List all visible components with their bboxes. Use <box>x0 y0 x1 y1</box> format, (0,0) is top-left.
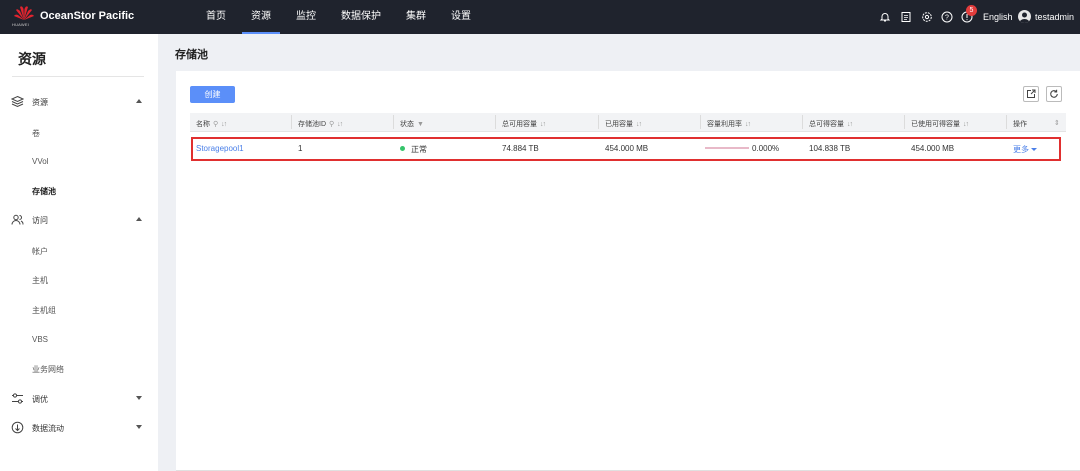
brand-sub-label: HUAWEI <box>12 22 30 27</box>
sort-icon[interactable]: ↓↑ <box>847 121 853 128</box>
sliders-icon <box>11 392 24 405</box>
sidebar-item-accounts[interactable]: 帐户 <box>32 246 48 257</box>
nav-monitor[interactable]: 监控 <box>285 0 327 34</box>
nav-data-protection[interactable]: 数据保护 <box>330 0 392 34</box>
sidebar-title: 资源 <box>18 51 46 67</box>
col-header-name: 名称 ⚲ ↓↑ <box>196 120 227 129</box>
utilization-bar <box>705 147 749 149</box>
col-header-total-available: 总可用容量 ↓↑ <box>502 120 546 129</box>
sidebar-group-tuning[interactable]: 调优 <box>0 389 158 409</box>
nav-settings[interactable]: 设置 <box>440 0 482 34</box>
utilization-cell: 0.000% <box>752 144 780 153</box>
pool-name-link[interactable]: Storagepool1 <box>196 144 244 153</box>
sort-icon[interactable]: ↓↑ <box>963 121 969 128</box>
search-icon[interactable]: ⚲ <box>213 120 218 128</box>
total-available-cell: 74.884 TB <box>502 144 539 153</box>
svg-text:?: ? <box>945 15 949 22</box>
sidebar-group-label: 调优 <box>32 395 48 404</box>
sidebar-group-access[interactable]: 访问 <box>0 210 158 230</box>
total-obtainable-cell: 104.838 TB <box>809 144 851 153</box>
column-separator <box>495 115 496 129</box>
used-obtainable-cell: 454.000 MB <box>911 144 955 153</box>
col-header-pool-id: 存储池ID ⚲ ↓↑ <box>298 120 343 129</box>
pool-id-cell: 1 <box>298 144 303 153</box>
refresh-button[interactable] <box>1046 86 1062 102</box>
column-separator <box>393 115 394 129</box>
task-list-icon[interactable] <box>900 11 912 23</box>
status-ok-dot <box>400 146 405 151</box>
col-header-used: 已用容量 ↓↑ <box>605 120 642 129</box>
username[interactable]: testadmin <box>1035 12 1074 22</box>
search-icon[interactable]: ⚲ <box>329 120 334 128</box>
sort-icon[interactable]: ↓↑ <box>221 121 227 128</box>
sort-icon[interactable]: ↓↑ <box>636 121 642 128</box>
notification-badge: 5 <box>966 5 977 16</box>
main-nav: 首页 资源 监控 数据保护 集群 设置 <box>195 0 485 34</box>
page-title: 存储池 <box>175 49 208 61</box>
caret-down-icon <box>1031 148 1037 151</box>
col-header-utilization: 容量利用率 ↓↑ <box>707 120 751 129</box>
sidebar-divider <box>12 76 144 77</box>
sidebar-item-volumes[interactable]: 卷 <box>32 128 40 139</box>
sort-icon[interactable]: ↓↑ <box>745 121 751 128</box>
export-icon <box>1027 89 1036 98</box>
status-text: 正常 <box>411 145 427 154</box>
app-title: OceanStor Pacific <box>40 10 135 22</box>
column-separator <box>802 115 803 129</box>
help-icon[interactable]: ? <box>941 11 953 23</box>
huawei-logo: HUAWEI <box>12 5 36 29</box>
sidebar-item-storage-pool[interactable]: 存储池 <box>32 186 56 197</box>
col-header-status: 状态 ▼ <box>400 120 424 129</box>
more-actions-button[interactable]: 更多 <box>1013 144 1037 155</box>
sidebar: 资源 资源 卷 VVol 存储池 访问 帐户 主机 主机组 VBS 业务网络 调… <box>0 34 158 471</box>
sidebar-group-label: 数据流动 <box>32 424 64 433</box>
sidebar-item-vbs[interactable]: VBS <box>32 335 48 344</box>
data-flow-icon <box>11 421 24 434</box>
create-button[interactable]: 创建 <box>190 86 235 103</box>
filter-icon[interactable]: ▼ <box>417 121 424 128</box>
chevron-down-icon <box>136 396 142 400</box>
col-header-actions: 操作 <box>1013 121 1027 128</box>
sidebar-item-host-groups[interactable]: 主机组 <box>32 305 56 316</box>
sort-icon[interactable]: ↓↑ <box>540 121 546 128</box>
column-separator <box>1006 115 1007 129</box>
sidebar-item-hosts[interactable]: 主机 <box>32 275 48 286</box>
used-capacity-cell: 454.000 MB <box>605 144 649 153</box>
sidebar-group-label: 访问 <box>32 216 48 225</box>
column-separator <box>700 115 701 129</box>
sidebar-group-data-flow[interactable]: 数据流动 <box>0 418 158 438</box>
user-avatar-icon[interactable] <box>1018 10 1031 23</box>
chevron-up-icon <box>136 99 142 103</box>
bell-icon[interactable] <box>879 11 891 23</box>
column-separator <box>598 115 599 129</box>
col-header-total-obtainable: 总可得容量 ↓↑ <box>809 120 853 129</box>
nav-cluster[interactable]: 集群 <box>395 0 437 34</box>
nav-home[interactable]: 首页 <box>195 0 237 34</box>
language-switch[interactable]: English <box>983 12 1013 22</box>
gear-icon[interactable] <box>921 11 933 23</box>
column-settings-icon[interactable]: ⇕ <box>1054 119 1060 127</box>
chevron-down-icon <box>136 425 142 429</box>
column-separator <box>904 115 905 129</box>
sidebar-group-label: 资源 <box>32 98 48 107</box>
refresh-icon <box>1050 89 1058 98</box>
sidebar-group-resources[interactable]: 资源 <box>0 92 158 112</box>
sidebar-item-vvol[interactable]: VVol <box>32 157 48 166</box>
sort-icon[interactable]: ↓↑ <box>337 121 343 128</box>
status-cell: 正常 <box>400 144 427 155</box>
top-bar: HUAWEI OceanStor Pacific 首页 资源 监控 数据保护 集… <box>0 0 1080 34</box>
users-icon <box>11 213 24 226</box>
chevron-up-icon <box>136 217 142 221</box>
export-button[interactable] <box>1023 86 1039 102</box>
nav-resources[interactable]: 资源 <box>240 0 282 34</box>
col-header-used-obtainable: 已使用可得容量 ↓↑ <box>911 120 969 129</box>
layers-icon <box>11 95 24 108</box>
column-separator <box>291 115 292 129</box>
sidebar-item-service-network[interactable]: 业务网络 <box>32 364 64 375</box>
